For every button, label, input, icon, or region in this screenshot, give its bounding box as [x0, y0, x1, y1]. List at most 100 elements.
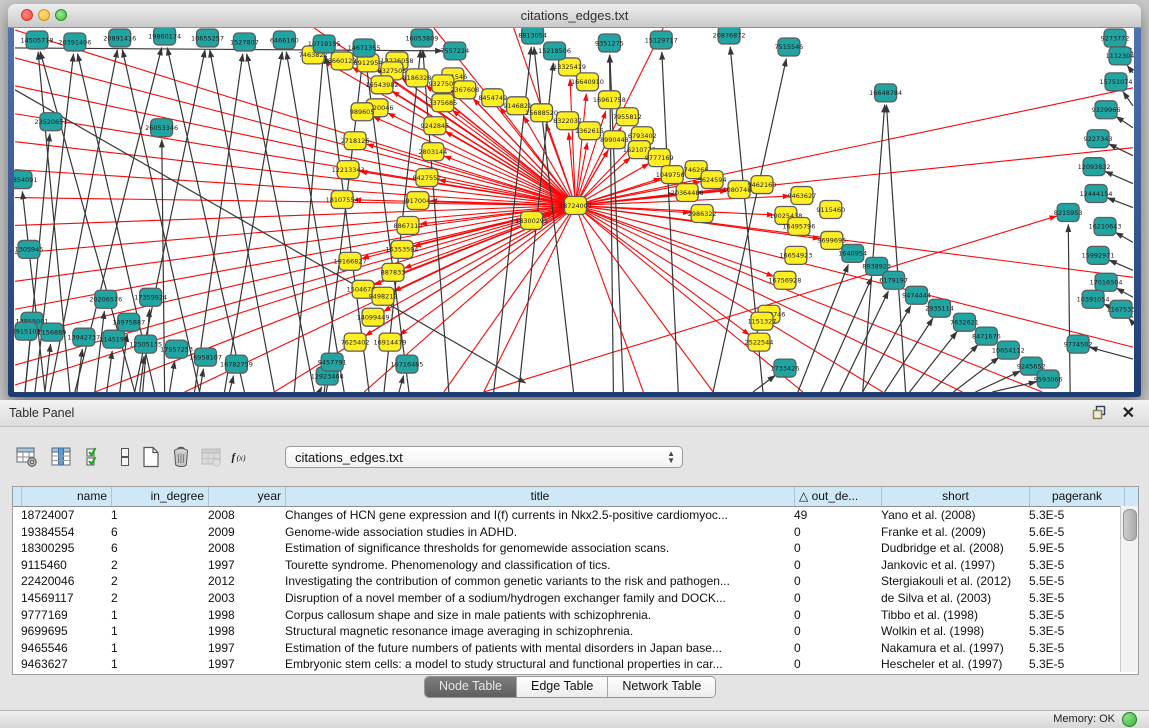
graph-node[interactable]: 9242845 — [420, 117, 449, 135]
close-panel-icon[interactable]: ✕ — [1122, 403, 1135, 423]
graph-node[interactable]: 8867110 — [394, 216, 423, 234]
network-graph[interactable]: 1872400774638228660123891295413226058932… — [14, 28, 1134, 392]
graph-node[interactable]: 9273772 — [1101, 29, 1130, 47]
graph-node[interactable]: 1145190 — [99, 330, 128, 348]
graph-node[interactable]: 16961758 — [593, 91, 626, 109]
graph-node[interactable]: 9593066 — [1034, 370, 1063, 388]
graph-node[interactable]: 2803144 — [418, 143, 447, 161]
graph-node[interactable]: 1156889 — [38, 323, 67, 341]
vertical-scrollbar[interactable] — [1120, 506, 1138, 672]
graph-node[interactable]: 12444154 — [1080, 185, 1113, 203]
column-header-pagerank[interactable]: pagerank — [1030, 487, 1125, 506]
table-select-dropdown[interactable]: citations_edges.txt ▲▼ — [285, 446, 683, 468]
graph-node[interactable]: 8660123 — [328, 52, 357, 70]
graph-node[interactable]: 1733426 — [771, 359, 800, 377]
window-titlebar[interactable]: citations_edges.txt — [8, 4, 1141, 28]
graph-node[interactable]: 3915101 — [14, 322, 40, 340]
graph-node[interactable]: 887833 — [381, 263, 406, 281]
graph-node[interactable]: 16648784 — [869, 84, 902, 102]
graph-node[interactable]: 2986322 — [688, 205, 717, 223]
tab-edge-table[interactable]: Edge Table — [517, 677, 608, 697]
select-columns-button[interactable] — [46, 442, 76, 472]
show-selected-button[interactable] — [80, 442, 110, 472]
graph-node[interactable]: 8471676 — [972, 327, 1001, 345]
graph-node[interactable]: 9463627 — [787, 187, 816, 205]
graph-node[interactable]: 15992971 — [1082, 246, 1115, 264]
network-canvas[interactable]: 1872400774638228660123891295413226058932… — [14, 28, 1134, 392]
graph-node[interactable]: 2367608 — [450, 81, 479, 99]
graph-node[interactable]: 10655257 — [191, 29, 224, 47]
memory-ok-indicator[interactable] — [1122, 712, 1137, 727]
graph-node[interactable]: 20891416 — [103, 29, 136, 47]
graph-node[interactable]: 16782759 — [220, 355, 253, 373]
graph-node[interactable]: 26053346 — [145, 119, 178, 137]
graph-node[interactable]: 1151327 — [748, 312, 777, 330]
graph-node[interactable]: 1640954 — [838, 244, 867, 262]
table-settings-button[interactable] — [12, 442, 42, 472]
function-builder-button[interactable]: f (x) — [226, 442, 256, 472]
graph-node[interactable]: 1527807 — [230, 33, 259, 51]
graph-node[interactable]: 12093832 — [1078, 158, 1111, 176]
delete-table-button[interactable] — [196, 442, 226, 472]
table-row[interactable]: 911546021997Tourette syndrome. Phenomeno… — [13, 557, 1138, 574]
column-header-year[interactable]: year — [209, 487, 286, 506]
graph-node[interactable]: 917004 — [406, 192, 431, 210]
graph-node[interactable]: 1112304 — [1106, 47, 1134, 65]
table-row[interactable]: 2242004622012Investigating the contribut… — [13, 573, 1138, 590]
graph-node[interactable]: 9457791 — [318, 353, 347, 371]
graph-node[interactable]: 15218506 — [538, 42, 571, 60]
graph-node[interactable]: 6466160 — [270, 31, 299, 49]
graph-node[interactable]: 9777169 — [645, 149, 674, 167]
graph-node[interactable]: 17359924 — [134, 288, 167, 306]
graph-node[interactable]: 16756928 — [768, 271, 801, 289]
table-row[interactable]: 977716911998Corpus callosum shape and si… — [13, 607, 1138, 624]
table-row[interactable]: 1830029562008Estimation of significance … — [13, 540, 1138, 557]
graph-node[interactable]: 7632621 — [950, 313, 979, 331]
graph-node[interactable]: 3375685 — [428, 94, 457, 112]
graph-node[interactable]: 9227343 — [1084, 130, 1113, 148]
graph-node[interactable]: 2522544 — [745, 333, 774, 351]
column-header-title[interactable]: title — [286, 487, 795, 506]
column-header-out_de...[interactable]: △ out_de... — [795, 487, 882, 506]
graph-node[interactable]: 16958107 — [189, 348, 222, 366]
new-table-button[interactable] — [136, 442, 166, 472]
graph-node[interactable]: 1167533 — [1107, 300, 1134, 318]
graph-node[interactable]: 15129717 — [645, 31, 678, 49]
table-row[interactable]: 946554611997Estimation of the future num… — [13, 640, 1138, 657]
graph-node[interactable]: 7955812 — [613, 108, 642, 126]
graph-node[interactable]: 12505135 — [129, 335, 162, 353]
graph-node[interactable]: 13942737 — [67, 328, 100, 346]
scrollbar-thumb[interactable] — [1123, 509, 1137, 541]
graph-node[interactable]: 9115460 — [816, 201, 845, 219]
tab-network-table[interactable]: Network Table — [608, 677, 715, 697]
graph-node[interactable]: 18107554 — [326, 191, 359, 209]
graph-node[interactable]: 9474444 — [902, 286, 931, 304]
graph-node[interactable]: 18854091 — [14, 171, 37, 189]
graph-node[interactable]: 9462160 — [748, 176, 777, 194]
graph-node[interactable]: 15751074 — [1100, 73, 1133, 91]
graph-node[interactable]: 8186328 — [403, 69, 432, 87]
graph-node[interactable]: 7625402 — [341, 333, 370, 351]
graph-node[interactable]: 9351275 — [595, 34, 624, 52]
float-panel-icon[interactable] — [1092, 405, 1107, 420]
graph-node[interactable]: 2718126 — [341, 132, 370, 150]
graph-node[interactable]: 9329966 — [1092, 101, 1121, 119]
graph-node[interactable]: 989605 — [350, 103, 375, 121]
column-header-in_degree[interactable]: in_degree — [112, 487, 209, 506]
tab-node-table[interactable]: Node Table — [425, 677, 517, 697]
graph-node[interactable]: 19860174 — [148, 28, 181, 45]
graph-node[interactable]: 16053809 — [405, 29, 438, 47]
graph-node[interactable]: 2935114 — [925, 299, 954, 317]
graph-node[interactable]: 20876872 — [713, 28, 746, 44]
graph-node[interactable]: 20206576 — [89, 290, 122, 308]
table-row[interactable]: 1872400712008Changes of HCN gene express… — [13, 507, 1138, 524]
graph-node[interactable]: 8813054 — [518, 28, 547, 44]
column-header-short[interactable]: short — [882, 487, 1030, 506]
graph-node[interactable]: 8215953 — [1054, 204, 1083, 222]
graph-node[interactable]: 8427552 — [412, 169, 441, 187]
delete-rows-button[interactable] — [166, 442, 196, 472]
table-row[interactable]: 969969511998Structural magnetic resonanc… — [13, 623, 1138, 640]
column-header-name[interactable]: name — [22, 487, 112, 506]
graph-node[interactable]: 7515546 — [775, 38, 804, 56]
table-row[interactable]: 946362711997Embryonic stem cells: a mode… — [13, 656, 1138, 673]
